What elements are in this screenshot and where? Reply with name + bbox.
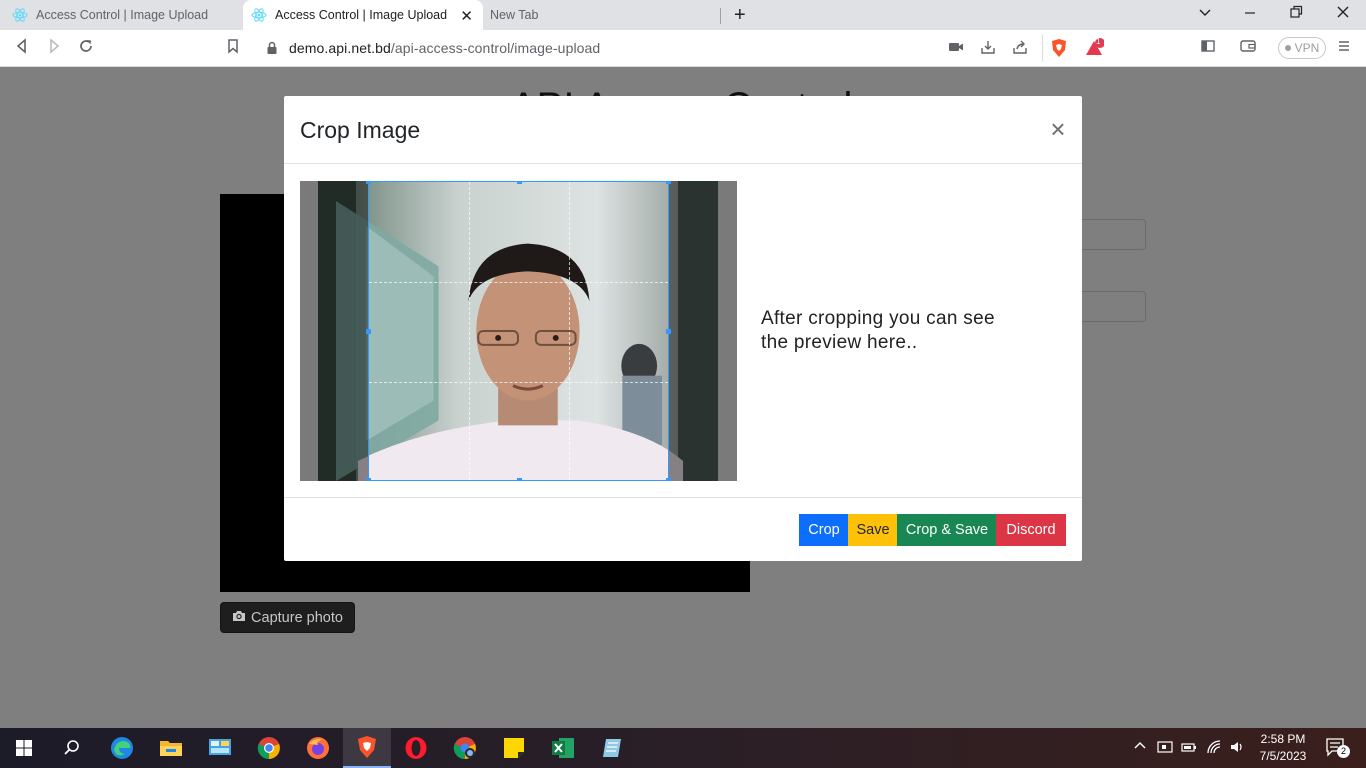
windows-taskbar: 2:58 PM 7/5/2023 2 — [0, 728, 1366, 768]
crop-button[interactable]: Crop — [799, 514, 849, 546]
back-icon[interactable] — [14, 38, 30, 59]
close-icon[interactable]: × — [1046, 116, 1070, 142]
chrome-icon[interactable] — [245, 728, 293, 768]
volume-icon[interactable] — [1229, 739, 1245, 758]
notification-count: 2 — [1337, 745, 1350, 758]
crop-handle-n[interactable] — [517, 181, 522, 184]
vpn-label: VPN — [1294, 41, 1320, 55]
restore-icon[interactable] — [1290, 5, 1303, 23]
preview-placeholder-text: After cropping you can see the preview h… — [761, 308, 995, 353]
crop-handle-nw[interactable] — [366, 181, 371, 184]
excel-icon[interactable] — [539, 728, 587, 768]
battery-icon[interactable] — [1181, 739, 1197, 758]
react-favicon-icon — [12, 7, 28, 23]
bookmark-icon[interactable] — [226, 38, 240, 59]
crop-selection-image — [369, 182, 668, 480]
sticky-notes-icon[interactable] — [490, 728, 538, 768]
opera-icon[interactable] — [392, 728, 440, 768]
url-host: demo.api.net.bd — [289, 40, 391, 56]
modal-footer: Crop Save Crop & Save Discord — [284, 497, 1082, 561]
menu-icon[interactable] — [1337, 38, 1351, 59]
capture-photo-label: Capture photo — [251, 609, 343, 626]
notification-center-icon[interactable]: 2 — [1325, 737, 1350, 760]
brave-rewards-icon[interactable]: 1 — [1084, 37, 1105, 63]
notepad-icon[interactable] — [588, 728, 636, 768]
discord-button[interactable]: Discord — [996, 514, 1066, 546]
modal-header: Crop Image × — [284, 96, 1082, 164]
crop-handle-ne[interactable] — [666, 181, 671, 184]
file-explorer-icon[interactable] — [147, 728, 195, 768]
address-bar[interactable]: demo.api.net.bd/api-access-control/image… — [254, 32, 1110, 64]
save-button[interactable]: Save — [848, 514, 898, 546]
clock-time: 2:58 PM — [1260, 732, 1306, 746]
crop-handle-w[interactable] — [366, 329, 371, 334]
new-tab-icon[interactable]: + — [734, 4, 746, 27]
url-text: demo.api.net.bd/api-access-control/image… — [289, 40, 600, 56]
window-close-icon[interactable] — [1336, 5, 1350, 23]
start-icon[interactable] — [0, 728, 48, 768]
tab-1-title: Access Control | Image Upload — [36, 8, 209, 22]
firefox-icon[interactable] — [294, 728, 342, 768]
vpn-button[interactable]: VPN — [1278, 37, 1326, 59]
reload-icon[interactable] — [78, 38, 94, 59]
share-icon[interactable] — [1012, 39, 1028, 60]
form-input-1[interactable] — [1080, 219, 1146, 250]
brave-shields-icon[interactable] — [1050, 38, 1068, 63]
edge-icon[interactable] — [98, 728, 146, 768]
grid-line-v1 — [469, 182, 470, 480]
camera-in-use-icon[interactable] — [948, 40, 964, 59]
browser-toolbar: demo.api.net.bd/api-access-control/image… — [0, 30, 1366, 67]
crop-selection-box[interactable] — [366, 181, 671, 481]
grid-line-h2 — [369, 382, 668, 383]
crop-handle-e[interactable] — [666, 329, 671, 334]
tab-3[interactable]: New Tab — [490, 0, 720, 30]
tab-1[interactable]: Access Control | Image Upload — [0, 0, 242, 30]
clock[interactable]: 2:58 PM 7/5/2023 — [1252, 731, 1314, 765]
chrome-canary-icon[interactable] — [441, 728, 489, 768]
tab-3-title: New Tab — [490, 8, 539, 22]
cropper-canvas[interactable] — [300, 181, 737, 481]
omnibox-divider — [1042, 34, 1043, 62]
grid-line-v2 — [569, 182, 570, 480]
tab-separator — [720, 8, 721, 24]
crop-handle-sw[interactable] — [366, 478, 371, 481]
sidebar-icon[interactable] — [1200, 38, 1216, 59]
search-icon[interactable] — [48, 728, 96, 768]
tab-close-icon[interactable]: ✕ — [460, 7, 473, 25]
tab-search-chevron-icon[interactable] — [1198, 5, 1212, 23]
crop-and-save-button[interactable]: Crop & Save — [897, 514, 997, 546]
modal-title: Crop Image — [300, 117, 421, 143]
crop-handle-s[interactable] — [517, 478, 522, 481]
crop-handle-se[interactable] — [666, 478, 671, 481]
wifi-icon[interactable] — [1206, 739, 1222, 758]
control-panel-icon[interactable] — [196, 728, 244, 768]
tray-overflow-chevron-icon[interactable] — [1133, 739, 1147, 756]
rewards-badge: 1 — [1096, 37, 1101, 46]
grid-line-h1 — [369, 282, 668, 283]
tab-strip: Access Control | Image Upload Access Con… — [0, 0, 1366, 30]
clock-date: 7/5/2023 — [1259, 749, 1307, 763]
react-favicon-icon — [251, 7, 267, 23]
tray-display-icon[interactable] — [1157, 739, 1173, 758]
capture-photo-button[interactable]: Capture photo — [220, 602, 355, 633]
tab-2-title: Access Control | Image Upload — [275, 8, 448, 22]
form-input-2[interactable] — [1080, 291, 1146, 322]
tab-2[interactable]: Access Control | Image Upload ✕ — [243, 0, 483, 30]
crop-image-modal: Crop Image × After cropping you can see … — [284, 96, 1082, 561]
lock-icon — [266, 41, 278, 60]
minimize-icon[interactable] — [1244, 5, 1256, 23]
forward-icon[interactable] — [46, 38, 62, 59]
wallet-icon[interactable] — [1239, 38, 1257, 59]
install-app-icon[interactable] — [980, 39, 996, 60]
camera-icon — [232, 610, 246, 626]
url-path: /api-access-control/image-upload — [390, 40, 601, 56]
vpn-status-dot-icon — [1284, 45, 1291, 51]
brave-icon[interactable] — [343, 728, 391, 768]
